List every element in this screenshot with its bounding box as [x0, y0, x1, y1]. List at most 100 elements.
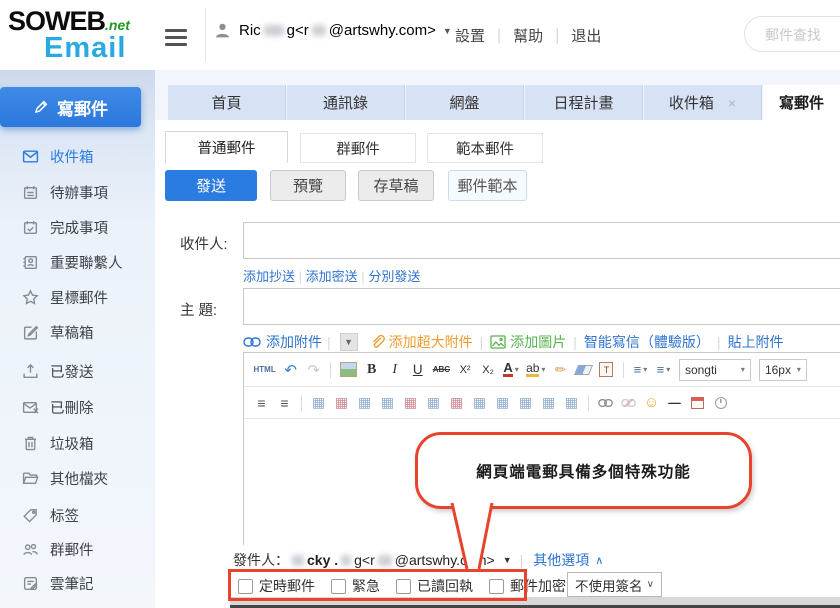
mail-template-button[interactable]: 郵件範本 — [448, 170, 527, 201]
remove-link-icon[interactable] — [621, 392, 637, 413]
insert-column-icon[interactable]: ▦ — [426, 392, 442, 413]
sidebar-item-label: 收件箱 — [50, 146, 94, 167]
compose-button[interactable]: 寫郵件 — [0, 87, 141, 127]
user-icon — [214, 22, 231, 39]
superscript-icon[interactable]: X² — [457, 359, 473, 380]
emoji-icon[interactable]: ☺ — [644, 392, 660, 413]
send-button[interactable]: 發送 — [165, 170, 257, 201]
undo-icon[interactable]: ↶ — [283, 359, 299, 380]
eraser-icon[interactable] — [575, 359, 591, 380]
sidebar-item-deleted[interactable]: 已刪除 — [0, 393, 155, 421]
delete-row-icon[interactable]: ▦ — [403, 392, 419, 413]
tab-inbox[interactable]: 收件箱× — [644, 85, 762, 120]
from-caret-icon[interactable]: ▼ — [503, 555, 512, 565]
underline-icon[interactable]: U — [410, 359, 426, 380]
delete-table-icon[interactable]: ▦ — [334, 392, 350, 413]
tab-schedule[interactable]: 日程計畫 — [525, 85, 643, 120]
font-color-icon[interactable]: A▾ — [503, 359, 519, 380]
signature-select[interactable]: 不使用簽名 ∨ — [567, 572, 662, 597]
collapse-icon[interactable]: ∧ — [595, 554, 603, 567]
italic-icon[interactable]: I — [387, 359, 403, 380]
paperclip-icon — [370, 335, 385, 350]
hamburger-menu-icon[interactable] — [165, 25, 187, 50]
help-link[interactable]: 幫助 — [513, 25, 543, 46]
insert-image-icon[interactable] — [340, 359, 357, 380]
merge-down-icon[interactable]: ▦ — [518, 392, 534, 413]
clock-icon[interactable] — [713, 392, 729, 413]
table-properties-icon[interactable]: ▦ — [357, 392, 373, 413]
subtab-group-mail[interactable]: 群郵件 — [300, 133, 416, 163]
font-size-select[interactable]: 16px▾ — [759, 359, 807, 381]
tab-compose[interactable]: 寫郵件 — [763, 85, 840, 120]
add-bcc-link[interactable]: 添加密送 — [306, 269, 358, 284]
bold-icon[interactable]: B — [364, 359, 380, 380]
insert-row-above-icon[interactable]: ▦ — [380, 392, 396, 413]
format-painter-icon[interactable]: ✏ — [552, 359, 568, 380]
paste-text-icon[interactable]: T — [598, 359, 614, 380]
preview-button[interactable]: 預覽 — [270, 170, 346, 201]
subtab-template-mail[interactable]: 範本郵件 — [427, 133, 543, 163]
subject-input[interactable] — [243, 288, 840, 325]
sidebar-item-contacts[interactable]: 重要聯繫人 — [0, 248, 155, 276]
attachment-dropdown-caret[interactable]: ▼ — [340, 333, 358, 351]
to-input[interactable] — [243, 222, 840, 259]
horizontal-scrollbar[interactable] — [230, 597, 840, 608]
merge-cells-icon[interactable]: ▦ — [472, 392, 488, 413]
strikethrough-icon[interactable]: ABC — [433, 359, 450, 380]
split-cell-col-icon[interactable]: ▦ — [564, 392, 580, 413]
sidebar-item-done[interactable]: 完成事項 — [0, 213, 155, 241]
sidebar-item-trash[interactable]: 垃圾箱 — [0, 429, 155, 457]
bullet-list-icon[interactable]: ≡▾ — [655, 359, 671, 380]
other-options-link[interactable]: 其他選項 — [533, 550, 589, 570]
sidebar-item-starred[interactable]: 星標郵件 — [0, 283, 155, 311]
mail-search-input[interactable]: 郵件查找 — [744, 16, 840, 52]
justify-icon[interactable]: ≡ — [277, 392, 293, 413]
calendar-icon[interactable] — [690, 392, 706, 413]
add-large-attachment-link[interactable]: 添加超大附件 — [389, 332, 473, 352]
subtab-normal-mail[interactable]: 普通郵件 — [165, 131, 288, 163]
add-attachment-link[interactable]: 添加附件 — [266, 332, 322, 352]
send-separately-link[interactable]: 分別發送 — [368, 269, 420, 284]
sent-icon — [22, 363, 39, 380]
tab-netdisk[interactable]: 網盤 — [406, 85, 524, 120]
tab-close-icon[interactable]: × — [728, 95, 736, 111]
account-dropdown[interactable]: Ricg<r@artswhy.com> ▼ — [214, 22, 452, 39]
insert-table-icon[interactable]: ▦ — [311, 392, 327, 413]
subscript-icon[interactable]: X₂ — [480, 359, 496, 380]
link-divider: | — [361, 269, 364, 284]
sidebar-item-cloud-notes[interactable]: 雲筆記 — [0, 569, 155, 597]
sidebar-item-sent[interactable]: 已發送 — [0, 357, 155, 385]
delete-column-icon[interactable]: ▦ — [449, 392, 465, 413]
scheduled-mail-checkbox[interactable] — [238, 579, 253, 594]
save-draft-button[interactable]: 存草稿 — [358, 170, 434, 201]
smart-compose-link[interactable]: 智能寫信（體驗版） — [584, 332, 710, 352]
urgent-checkbox[interactable] — [331, 579, 346, 594]
encrypt-mail-checkbox[interactable] — [489, 579, 504, 594]
tab-contacts[interactable]: 通訊錄 — [287, 85, 405, 120]
sidebar-item-inbox[interactable]: 收件箱 — [0, 142, 155, 170]
settings-link[interactable]: 設置 — [455, 25, 485, 46]
paste-attachment-link[interactable]: 貼上附件 — [728, 332, 784, 352]
sidebar-item-group-mail[interactable]: 群郵件 — [0, 535, 155, 563]
read-receipt-checkbox[interactable] — [396, 579, 411, 594]
sidebar-item-drafts[interactable]: 草稿箱 — [0, 318, 155, 346]
merge-right-icon[interactable]: ▦ — [495, 392, 511, 413]
html-source-icon[interactable]: HTML — [254, 359, 276, 380]
highlight-color-icon[interactable]: ab▾ — [526, 359, 545, 380]
redo-icon[interactable]: ↷ — [306, 359, 322, 380]
sidebar-item-tags[interactable]: 标签 — [0, 501, 155, 529]
ordered-list-icon[interactable]: ≡▾ — [632, 359, 648, 380]
tab-home[interactable]: 首頁 — [168, 85, 286, 120]
split-cell-row-icon[interactable]: ▦ — [541, 392, 557, 413]
insert-link-icon[interactable] — [598, 392, 614, 413]
subtab-label: 範本郵件 — [456, 138, 514, 159]
subject-label: 主 題: — [180, 299, 217, 320]
logout-link[interactable]: 退出 — [571, 25, 601, 46]
add-image-link[interactable]: 添加圖片 — [510, 332, 566, 352]
sidebar-item-todo[interactable]: 待辦事項 — [0, 178, 155, 206]
add-cc-link[interactable]: 添加抄送 — [243, 269, 295, 284]
font-family-select[interactable]: songti▾ — [679, 359, 751, 381]
horizontal-rule-icon[interactable]: — — [667, 392, 683, 413]
sidebar-item-other-folders[interactable]: 其他檔夾 — [0, 464, 155, 492]
indent-icon[interactable]: ≡ — [254, 392, 270, 413]
